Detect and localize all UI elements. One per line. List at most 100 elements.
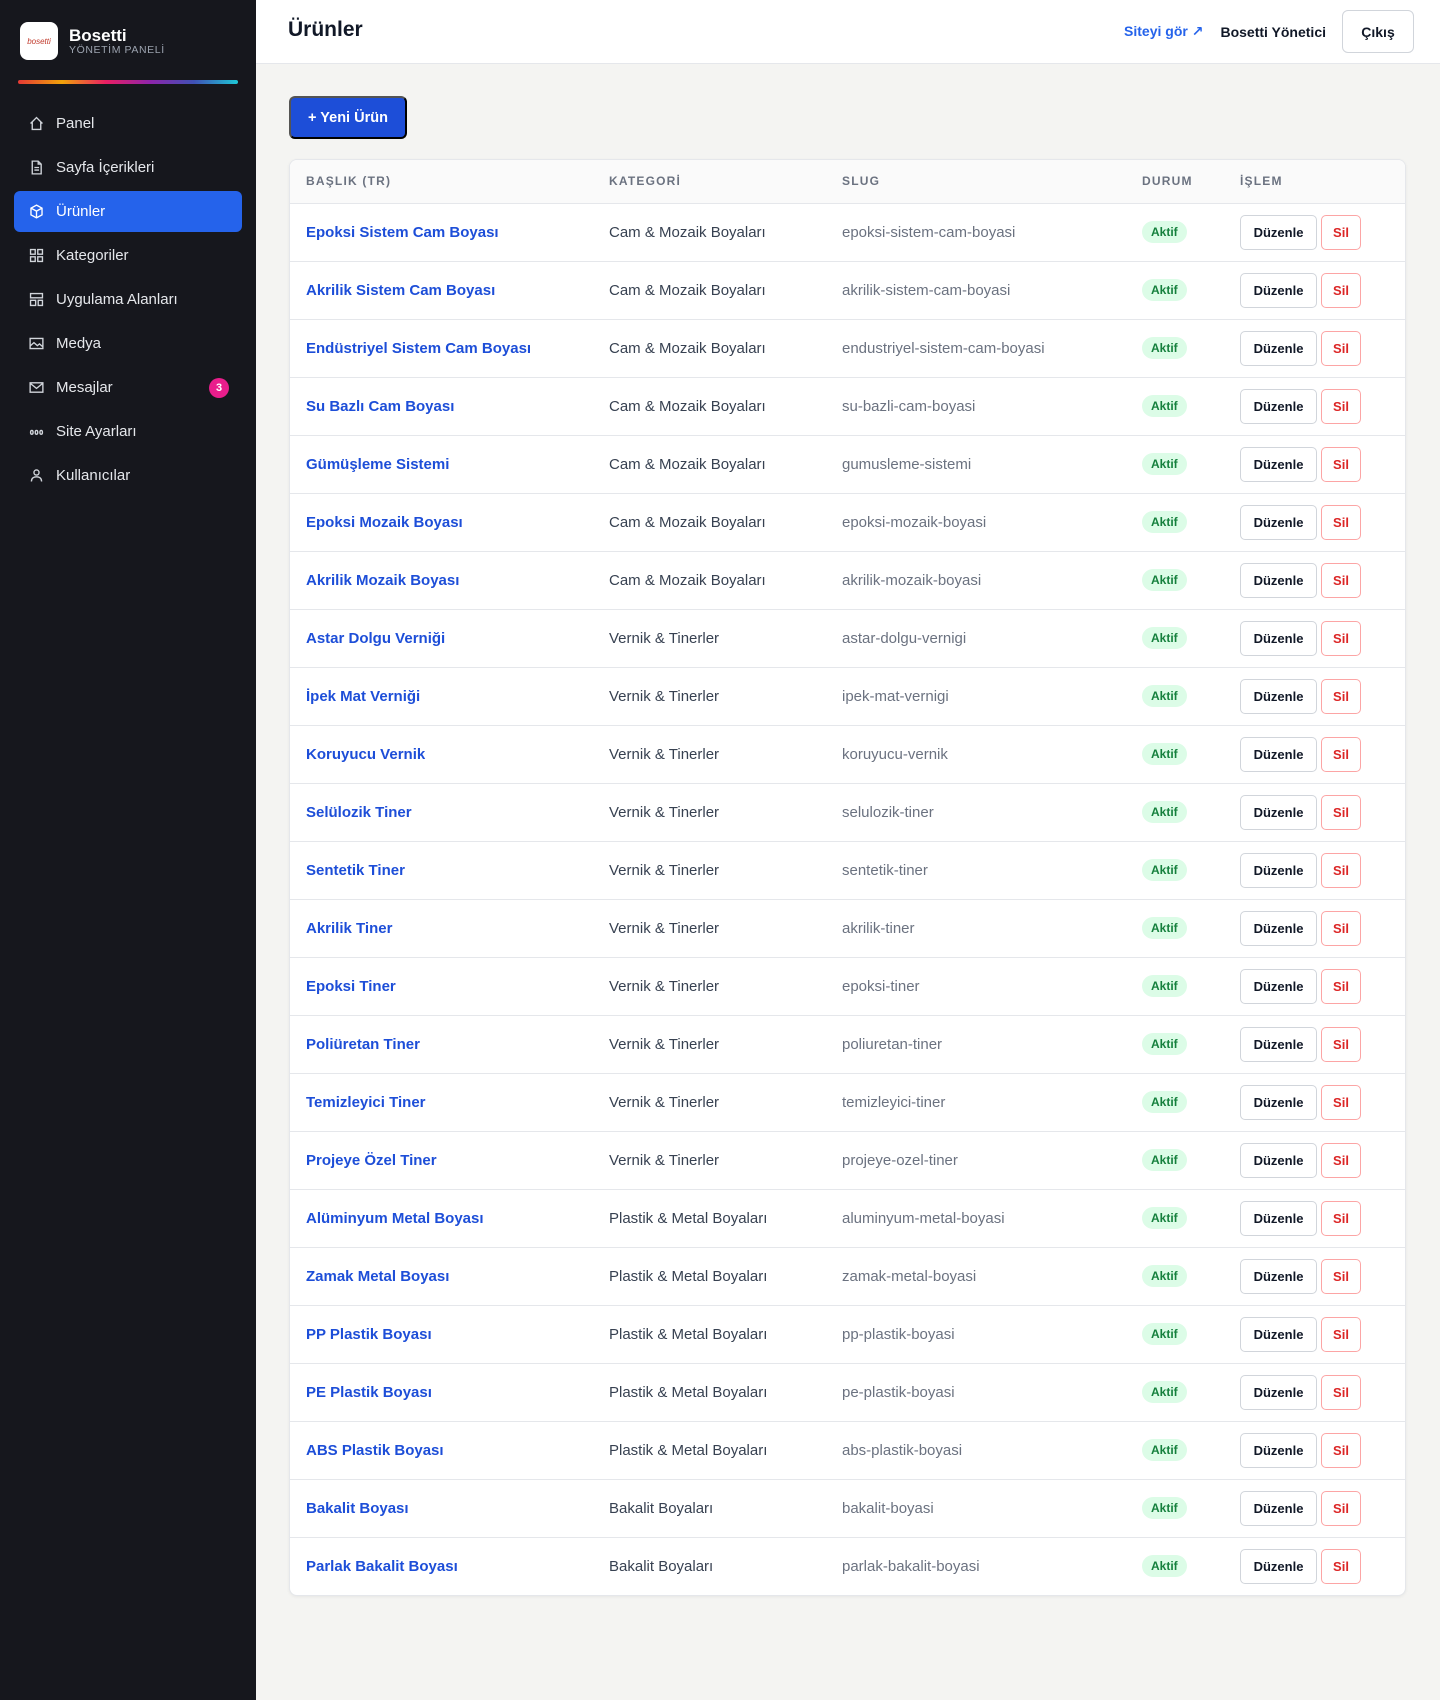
product-title-link[interactable]: ABS Plastik Boyası: [306, 1442, 444, 1459]
delete-button[interactable]: Sil: [1321, 214, 1361, 250]
delete-button[interactable]: Sil: [1321, 1548, 1361, 1584]
edit-button[interactable]: Düzenle: [1240, 1316, 1317, 1352]
status-badge: Aktif: [1142, 1381, 1187, 1403]
delete-button[interactable]: Sil: [1321, 446, 1361, 482]
delete-button[interactable]: Sil: [1321, 736, 1361, 772]
table-row: Akrilik Tiner Vernik & Tinerler akrilik-ti…: [290, 899, 1405, 958]
product-title-link[interactable]: Endüstriyel Sistem Cam Boyası: [306, 340, 531, 357]
delete-button[interactable]: Sil: [1321, 620, 1361, 656]
edit-button[interactable]: Düzenle: [1240, 1548, 1317, 1584]
product-title-link[interactable]: Selülozik Tiner: [306, 804, 412, 821]
delete-button[interactable]: Sil: [1321, 910, 1361, 946]
row-actions: Düzenle Sil: [1240, 794, 1389, 830]
product-title-link[interactable]: Epoksi Tiner: [306, 978, 396, 995]
delete-button[interactable]: Sil: [1321, 1084, 1361, 1120]
edit-button[interactable]: Düzenle: [1240, 272, 1317, 308]
delete-button[interactable]: Sil: [1321, 1258, 1361, 1294]
delete-button[interactable]: Sil: [1321, 1316, 1361, 1352]
product-category: Vernik & Tinerler: [593, 725, 826, 784]
edit-button[interactable]: Düzenle: [1240, 1142, 1317, 1178]
product-slug: bakalit-boyasi: [826, 1479, 1126, 1538]
sidebar-item-8[interactable]: Kullanıcılar: [14, 455, 242, 496]
status-badge: Aktif: [1142, 1149, 1187, 1171]
product-title-link[interactable]: Zamak Metal Boyası: [306, 1268, 449, 1285]
delete-button[interactable]: Sil: [1321, 1490, 1361, 1526]
product-slug: zamak-metal-boyasi: [826, 1247, 1126, 1306]
product-title-link[interactable]: Gümüşleme Sistemi: [306, 456, 449, 473]
delete-button[interactable]: Sil: [1321, 794, 1361, 830]
edit-button[interactable]: Düzenle: [1240, 620, 1317, 656]
delete-button[interactable]: Sil: [1321, 852, 1361, 888]
delete-button[interactable]: Sil: [1321, 968, 1361, 1004]
edit-button[interactable]: Düzenle: [1240, 1200, 1317, 1236]
product-slug: epoksi-sistem-cam-boyasi: [826, 203, 1126, 262]
delete-button[interactable]: Sil: [1321, 678, 1361, 714]
product-title-link[interactable]: Sentetik Tiner: [306, 862, 405, 879]
delete-button[interactable]: Sil: [1321, 388, 1361, 424]
edit-button[interactable]: Düzenle: [1240, 910, 1317, 946]
sidebar-item-4[interactable]: Uygulama Alanları: [14, 279, 242, 320]
product-title-link[interactable]: Epoksi Mozaik Boyası: [306, 514, 463, 531]
edit-button[interactable]: Düzenle: [1240, 388, 1317, 424]
table-row: Epoksi Tiner Vernik & Tinerler epoksi-tine…: [290, 957, 1405, 1016]
sidebar-item-5[interactable]: Medya: [14, 323, 242, 364]
edit-button[interactable]: Düzenle: [1240, 504, 1317, 540]
sidebar-item-1[interactable]: Sayfa İçerikleri: [14, 147, 242, 188]
delete-button[interactable]: Sil: [1321, 1200, 1361, 1236]
edit-button[interactable]: Düzenle: [1240, 214, 1317, 250]
new-product-button[interactable]: + Yeni Ürün: [289, 96, 407, 139]
edit-button[interactable]: Düzenle: [1240, 736, 1317, 772]
edit-button[interactable]: Düzenle: [1240, 968, 1317, 1004]
delete-button[interactable]: Sil: [1321, 1374, 1361, 1410]
edit-button[interactable]: Düzenle: [1240, 794, 1317, 830]
product-title-link[interactable]: Bakalit Boyası: [306, 1500, 409, 1517]
delete-button[interactable]: Sil: [1321, 1026, 1361, 1062]
edit-button[interactable]: Düzenle: [1240, 1084, 1317, 1120]
edit-button[interactable]: Düzenle: [1240, 1490, 1317, 1526]
product-title-link[interactable]: İpek Mat Verniği: [306, 688, 420, 705]
delete-button[interactable]: Sil: [1321, 504, 1361, 540]
view-site-link[interactable]: Siteyi gör ↗: [1124, 23, 1203, 40]
product-title-link[interactable]: Alüminyum Metal Boyası: [306, 1210, 484, 1227]
sidebar-item-6[interactable]: Mesajlar 3: [14, 367, 242, 408]
sidebar-item-0[interactable]: Panel: [14, 103, 242, 144]
sidebar-item-7[interactable]: Site Ayarları: [14, 411, 242, 452]
sidebar-item-2[interactable]: Ürünler: [14, 191, 242, 232]
product-title-link[interactable]: Astar Dolgu Verniği: [306, 630, 445, 647]
edit-button[interactable]: Düzenle: [1240, 1432, 1317, 1468]
product-title-link[interactable]: Parlak Bakalit Boyası: [306, 1558, 458, 1575]
logout-button[interactable]: Çıkış: [1342, 10, 1414, 53]
edit-button[interactable]: Düzenle: [1240, 562, 1317, 598]
product-title-link[interactable]: PE Plastik Boyası: [306, 1384, 432, 1401]
product-title-link[interactable]: Akrilik Mozaik Boyası: [306, 572, 459, 589]
edit-button[interactable]: Düzenle: [1240, 330, 1317, 366]
delete-button[interactable]: Sil: [1321, 1432, 1361, 1468]
brand-subtitle: YÖNETİM PANELİ: [69, 43, 165, 56]
product-slug: epoksi-mozaik-boyasi: [826, 493, 1126, 552]
product-title-link[interactable]: Akrilik Sistem Cam Boyası: [306, 282, 495, 299]
table-row: PE Plastik Boyası Plastik & Metal Boyalar…: [290, 1363, 1405, 1422]
delete-button[interactable]: Sil: [1321, 562, 1361, 598]
product-title-link[interactable]: Projeye Özel Tiner: [306, 1152, 437, 1169]
product-title-link[interactable]: Poliüretan Tiner: [306, 1036, 420, 1053]
edit-button[interactable]: Düzenle: [1240, 852, 1317, 888]
product-title-link[interactable]: PP Plastik Boyası: [306, 1326, 432, 1343]
edit-button[interactable]: Düzenle: [1240, 1374, 1317, 1410]
table-row: Poliüretan Tiner Vernik & Tinerler poliure…: [290, 1015, 1405, 1074]
edit-button[interactable]: Düzenle: [1240, 678, 1317, 714]
product-title-link[interactable]: Akrilik Tiner: [306, 920, 392, 937]
product-title-link[interactable]: Koruyucu Vernik: [306, 746, 425, 763]
delete-button[interactable]: Sil: [1321, 330, 1361, 366]
sidebar-item-label: Sayfa İçerikleri: [56, 159, 155, 176]
edit-button[interactable]: Düzenle: [1240, 446, 1317, 482]
brand[interactable]: bosetti Bosetti YÖNETİM PANELİ: [0, 0, 256, 60]
table-row: Sentetik Tiner Vernik & Tinerler sentetik-…: [290, 841, 1405, 900]
sidebar-item-3[interactable]: Kategoriler: [14, 235, 242, 276]
product-title-link[interactable]: Epoksi Sistem Cam Boyası: [306, 224, 499, 241]
delete-button[interactable]: Sil: [1321, 272, 1361, 308]
product-title-link[interactable]: Su Bazlı Cam Boyası: [306, 398, 454, 415]
edit-button[interactable]: Düzenle: [1240, 1026, 1317, 1062]
delete-button[interactable]: Sil: [1321, 1142, 1361, 1178]
edit-button[interactable]: Düzenle: [1240, 1258, 1317, 1294]
product-title-link[interactable]: Temizleyici Tiner: [306, 1094, 426, 1111]
